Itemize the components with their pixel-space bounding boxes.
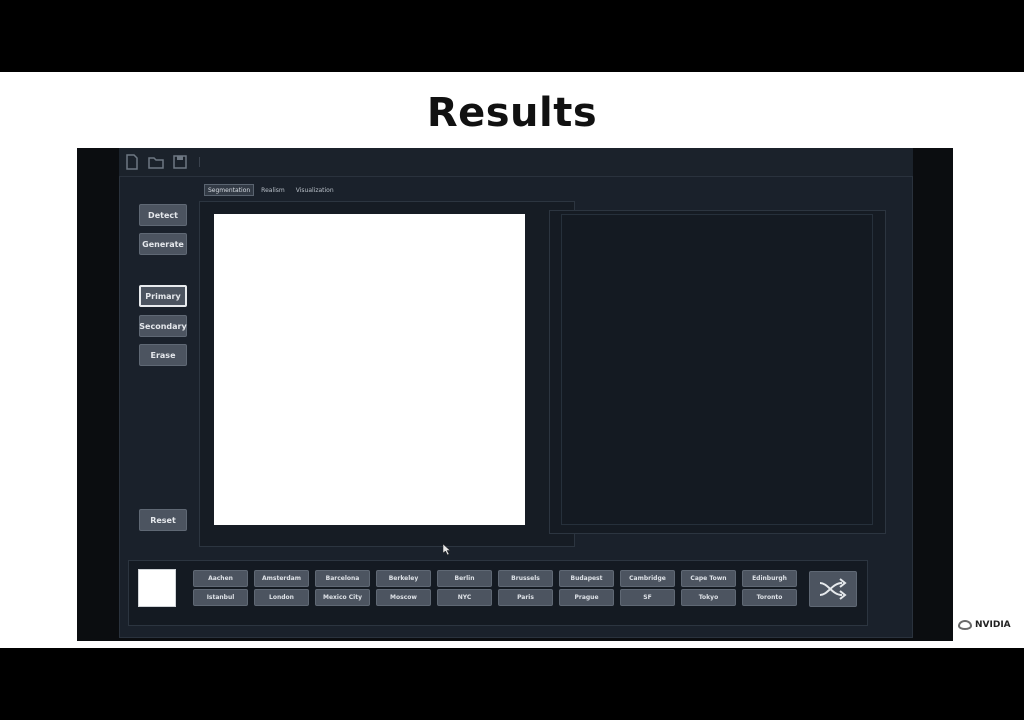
generate-button[interactable]: Generate [139,233,187,255]
nvidia-logo: NVIDIA [958,620,1011,630]
save-icon[interactable] [171,153,189,171]
style-button-toronto[interactable]: Toronto [742,589,797,606]
segmentation-canvas[interactable] [214,214,525,525]
nvidia-eye-icon [958,620,972,630]
tab-visualization[interactable]: Visualization [292,184,338,196]
style-button-grid: Aachen Amsterdam Barcelona Berkeley Berl… [193,570,797,606]
tab-realism[interactable]: Realism [257,184,289,196]
detect-button[interactable]: Detect [139,204,187,226]
style-button-sf[interactable]: SF [620,589,675,606]
style-button-edinburgh[interactable]: Edinburgh [742,570,797,587]
style-button-nyc[interactable]: NYC [437,589,492,606]
style-button-mexico-city[interactable]: Mexico City [315,589,370,606]
shuffle-icon [819,578,847,600]
style-button-budapest[interactable]: Budapest [559,570,614,587]
app-window: Segmentation Realism Visualization Detec… [77,148,953,641]
toolbar [119,148,913,176]
slide-title: Results [426,90,598,136]
style-button-moscow[interactable]: Moscow [376,589,431,606]
tab-bar: Segmentation Realism Visualization [204,184,338,196]
mouse-cursor-icon [443,544,451,555]
style-button-prague[interactable]: Prague [559,589,614,606]
style-button-barcelona[interactable]: Barcelona [315,570,370,587]
nvidia-logo-text: NVIDIA [975,620,1011,630]
toolbar-separator [199,157,200,167]
shuffle-button[interactable] [809,571,857,607]
secondary-brush-button[interactable]: Secondary [139,315,187,337]
open-folder-icon[interactable] [147,153,165,171]
style-button-cape-town[interactable]: Cape Town [681,570,736,587]
style-button-tokyo[interactable]: Tokyo [681,589,736,606]
style-button-istanbul[interactable]: Istanbul [193,589,248,606]
letterbox-top [0,0,1024,72]
style-preview-swatch [138,569,176,607]
new-file-icon[interactable] [123,153,141,171]
style-button-paris[interactable]: Paris [498,589,553,606]
style-button-london[interactable]: London [254,589,309,606]
letterbox-bottom [0,648,1024,720]
style-button-berkeley[interactable]: Berkeley [376,570,431,587]
erase-button[interactable]: Erase [139,344,187,366]
primary-brush-button[interactable]: Primary [139,285,187,307]
style-button-brussels[interactable]: Brussels [498,570,553,587]
style-button-amsterdam[interactable]: Amsterdam [254,570,309,587]
reset-button[interactable]: Reset [139,509,187,531]
tab-segmentation[interactable]: Segmentation [204,184,255,196]
output-image [561,214,873,525]
style-button-cambridge[interactable]: Cambridge [620,570,675,587]
style-button-berlin[interactable]: Berlin [437,570,492,587]
style-button-aachen[interactable]: Aachen [193,570,248,587]
